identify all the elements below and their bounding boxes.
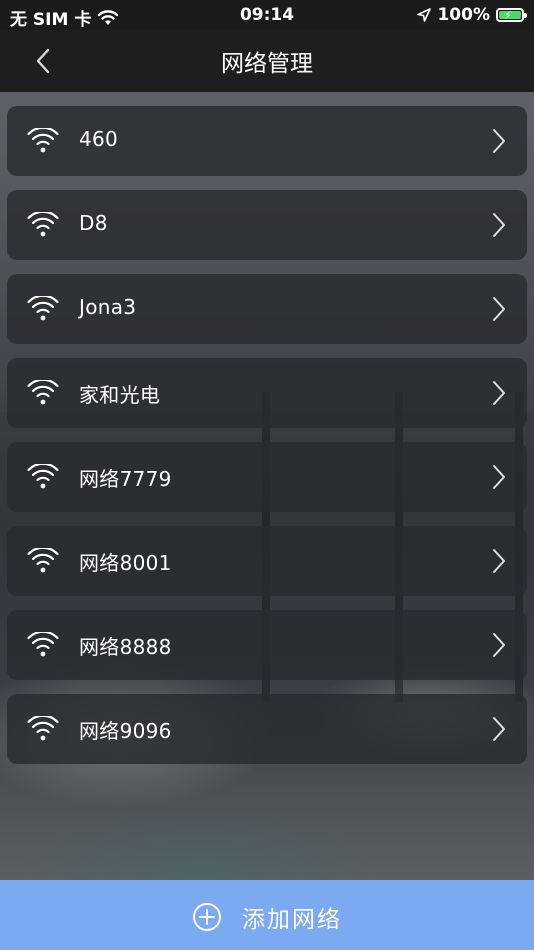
wifi-icon [27, 464, 59, 489]
wifi-icon [27, 380, 59, 405]
network-list: 460 D8 Jona3 家和光电网络7779 网络8001 网络8888 网络9096 [7, 106, 527, 778]
add-network-button[interactable]: 添加网络 [0, 880, 534, 950]
network-row[interactable]: 网络9096 [7, 694, 527, 764]
network-row[interactable]: 460 [7, 106, 527, 176]
wifi-icon [27, 212, 59, 237]
location-arrow-icon [417, 8, 432, 22]
chevron-right-icon [493, 465, 505, 489]
add-network-label: 添加网络 [242, 907, 342, 933]
network-name: 网络7779 [79, 467, 172, 491]
wifi-icon [27, 632, 59, 657]
chevron-right-icon [493, 129, 505, 153]
network-name: 家和光电 [79, 383, 161, 407]
network-name: 网络8888 [79, 635, 172, 659]
wifi-icon [27, 548, 59, 573]
wifi-icon [27, 128, 59, 153]
chevron-right-icon [493, 297, 505, 321]
chevron-right-icon [493, 213, 505, 237]
network-row[interactable]: 网络7779 [7, 442, 527, 512]
chevron-right-icon [493, 633, 505, 657]
page-title: 网络管理 [221, 51, 313, 77]
network-name: Jona3 [79, 295, 137, 319]
plus-circle-icon [193, 903, 221, 931]
battery-cap [524, 13, 527, 18]
bolt-icon: ⚡ [504, 9, 512, 22]
network-name: D8 [79, 211, 108, 235]
battery-percent: 100% [437, 5, 490, 25]
wifi-icon [27, 296, 59, 321]
network-row[interactable]: Jona3 [7, 274, 527, 344]
network-name: 460 [79, 127, 119, 151]
chevron-right-icon [493, 381, 505, 405]
status-right: 100% ⚡ [417, 5, 527, 25]
network-row[interactable]: 网络8888 [7, 610, 527, 680]
status-bar: 无 SIM 卡 09:14 100% ⚡ [0, 0, 534, 30]
battery-charging-icon: ⚡ [496, 8, 527, 22]
chevron-right-icon [493, 549, 505, 573]
chevron-right-icon [493, 717, 505, 741]
network-name: 网络8001 [79, 551, 172, 575]
network-row[interactable]: 网络8001 [7, 526, 527, 596]
wifi-icon [27, 716, 59, 741]
nav-bar: 网络管理 [0, 30, 534, 92]
network-row[interactable]: 家和光电 [7, 358, 527, 428]
network-name: 网络9096 [79, 719, 172, 743]
network-row[interactable]: D8 [7, 190, 527, 260]
